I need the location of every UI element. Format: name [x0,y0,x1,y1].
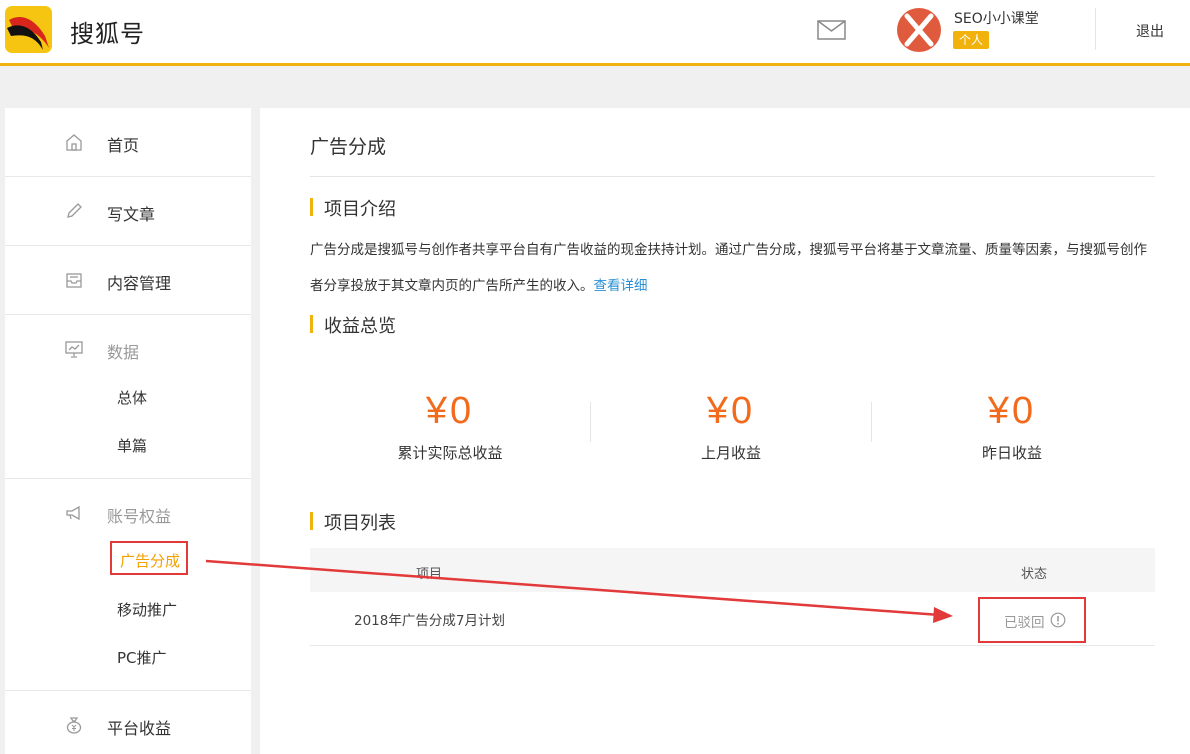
sidebar-item-label: 数据 [107,343,140,362]
megaphone-icon [64,503,84,523]
sidebar-item-data[interactable]: 数据 [5,315,251,384]
stat-yesterday: ¥0 昨日收益 [872,388,1152,463]
column-header-status: 状态 [1021,567,1048,582]
section-title-intro: 项目介绍 [310,195,396,221]
project-name: 2018年广告分成7月计划 [354,613,505,629]
stat-value: ¥0 [987,390,1037,432]
sidebar-item-content[interactable]: 内容管理 [5,246,251,315]
stat-last-month: ¥0 上月收益 [591,388,871,463]
view-details-link[interactable]: 查看详细 [594,278,648,294]
table-row[interactable]: 2018年广告分成7月计划 已驳回 [310,592,1155,646]
sidebar-item-label: 内容管理 [107,274,172,293]
page-title: 广告分成 [310,136,387,158]
sidebar-item-home[interactable]: 首页 [5,108,251,177]
status-cell[interactable]: 已驳回 [978,597,1086,643]
section-title-overview: 收益总览 [310,312,396,338]
sidebar-item-label: 写文章 [107,205,156,224]
stat-value: ¥0 [706,390,756,432]
sidebar-item-rights[interactable]: 账号权益 [5,479,251,548]
info-circle-icon[interactable] [1050,612,1066,628]
mail-icon[interactable] [817,20,846,40]
title-divider [310,176,1155,177]
sidebar-subitem-single[interactable]: 单篇 [117,435,147,456]
intro-text: 广告分成是搜狐号与创作者共享平台自有广告收益的现金扶持计划。通过广告分成，搜狐号… [310,242,1147,294]
sidebar-item-label: 平台收益 [107,719,172,738]
chart-board-icon [64,339,84,359]
sidebar-subitem-ad-share[interactable]: 广告分成 [110,541,188,575]
status-badge: 已驳回 [1004,615,1045,631]
sidebar-subitem-overall[interactable]: 总体 [117,387,147,408]
sohu-logo-icon[interactable] [5,6,52,53]
sidebar-item-platform-income[interactable]: 平台收益 [5,691,251,754]
home-icon [64,132,84,152]
table-header: 项目 状态 [310,548,1155,592]
sidebar-item-label: 账号权益 [107,507,172,526]
main-panel: 广告分成 项目介绍 广告分成是搜狐号与创作者共享平台自有广告收益的现金扶持计划。… [260,108,1190,754]
column-header-project: 项目 [416,567,443,582]
sidebar-subitem-mobile-promo[interactable]: 移动推广 [117,599,177,620]
avatar[interactable] [897,8,941,52]
logout-button[interactable]: 退出 [1136,21,1164,41]
sidebar-item-label: 首页 [107,136,140,155]
intro-text-block: 广告分成是搜狐号与创作者共享平台自有广告收益的现金扶持计划。通过广告分成，搜狐号… [310,232,1160,304]
sidebar-item-write[interactable]: 写文章 [5,177,251,246]
top-header: 搜狐号 SEO小小课堂 个人 退出 [0,0,1190,66]
username[interactable]: SEO小小课堂 [954,8,1039,28]
money-bag-icon [64,715,84,735]
header-divider [1095,8,1096,50]
section-title-list: 项目列表 [310,509,396,535]
stat-label: 累计实际总收益 [397,444,503,462]
stat-label: 昨日收益 [981,444,1042,462]
pencil-icon [64,201,84,221]
brand-title: 搜狐号 [70,20,145,48]
sidebar-subitem-pc-promo[interactable]: PC推广 [117,647,167,668]
stat-total-income: ¥0 累计实际总收益 [310,388,590,463]
user-type-badge: 个人 [953,31,990,49]
sidebar: 首页 写文章 内容管理 数据 总体 单篇 账号权益 广告分成 移动推广 PC推广 [5,108,251,754]
inbox-icon [64,270,84,290]
stat-label: 上月收益 [700,444,761,462]
sidebar-subitem-label: 广告分成 [120,552,181,570]
stat-value: ¥0 [425,390,475,432]
